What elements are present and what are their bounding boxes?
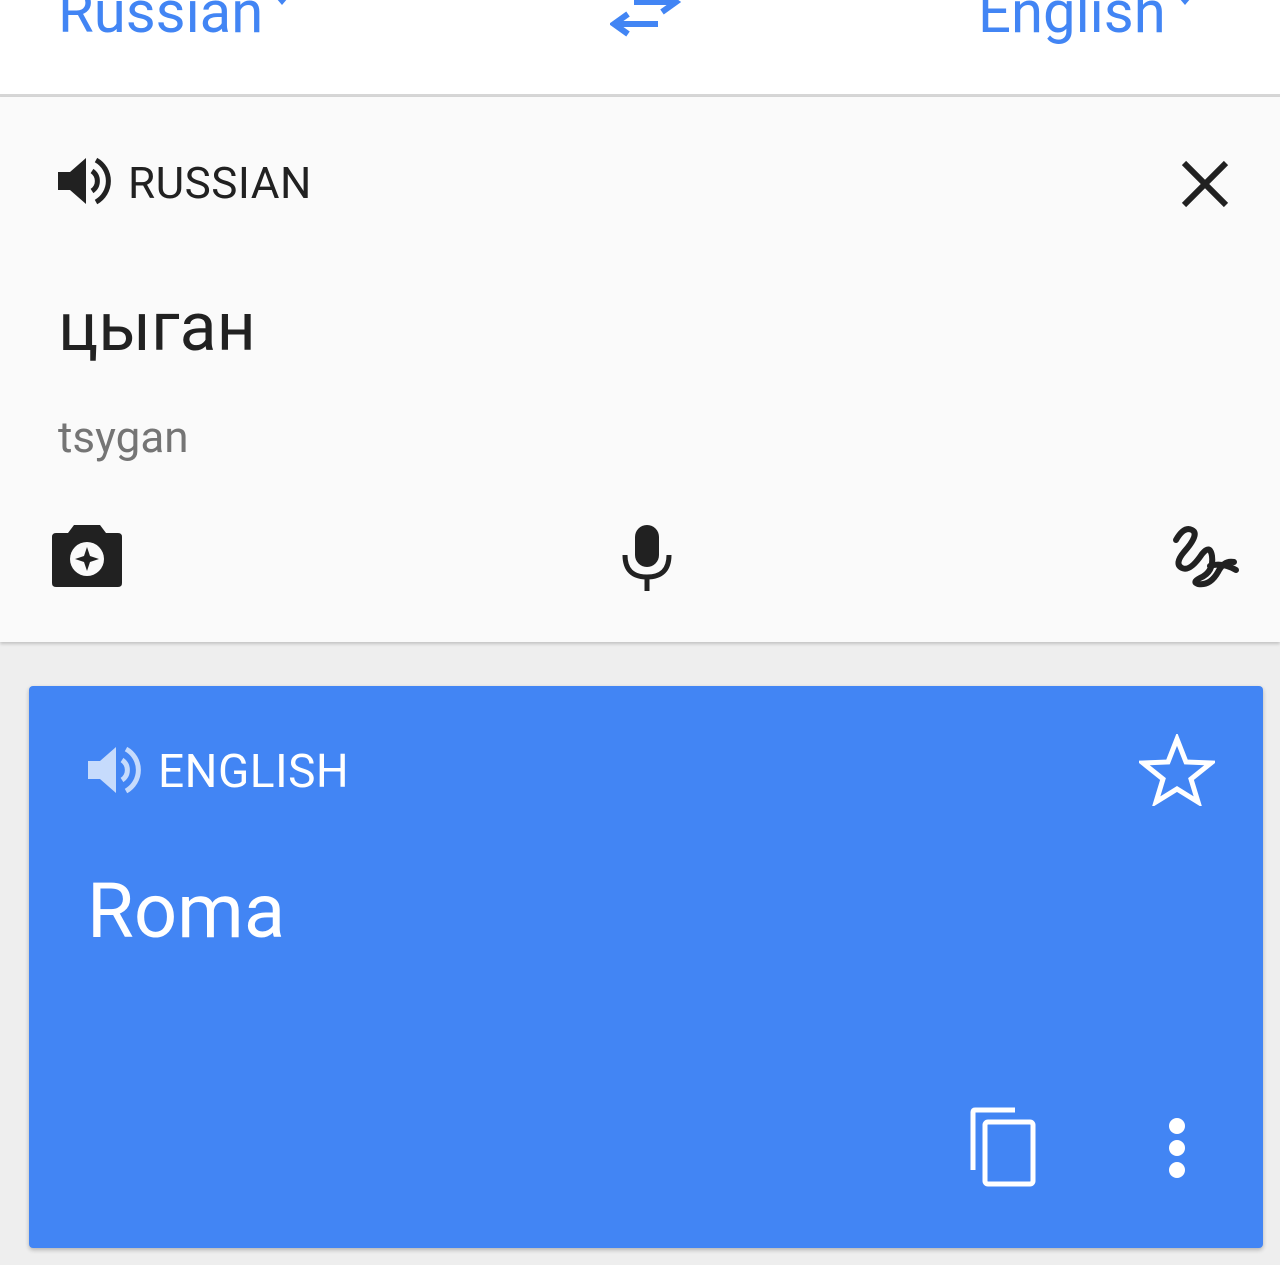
speaker-icon[interactable] — [56, 155, 114, 211]
translation-text: Roma — [87, 866, 286, 956]
camera-button[interactable] — [50, 521, 124, 593]
source-text[interactable]: цыган — [58, 287, 256, 367]
source-language-selector[interactable]: Russian — [58, 0, 300, 48]
input-card: RUSSIAN цыган tsygan — [0, 97, 1280, 642]
swap-arrows-icon — [608, 0, 682, 37]
voice-input-button[interactable] — [620, 523, 674, 597]
handwriting-button[interactable] — [1170, 522, 1242, 594]
save-favorite-button[interactable] — [1136, 732, 1218, 810]
target-language-header: ENGLISH — [86, 744, 349, 800]
swap-languages-button[interactable] — [608, 0, 682, 40]
source-language-header: RUSSIAN — [56, 155, 312, 211]
speaker-icon[interactable] — [86, 744, 144, 800]
transliteration-text: tsygan — [58, 411, 189, 463]
dropdown-caret-icon — [1167, 0, 1202, 5]
star-outline-icon — [1136, 732, 1218, 808]
source-language-label: RUSSIAN — [128, 157, 312, 209]
target-language-label: English — [978, 0, 1166, 47]
more-vert-icon — [1169, 1118, 1185, 1178]
copy-icon — [970, 1107, 1036, 1187]
target-language-label: ENGLISH — [158, 745, 350, 799]
more-options-button[interactable] — [1157, 1116, 1197, 1186]
source-language-label: Russian — [58, 0, 264, 47]
copy-button[interactable] — [965, 1106, 1039, 1194]
camera-icon — [52, 525, 122, 587]
close-icon — [1181, 160, 1229, 208]
dropdown-caret-icon — [265, 0, 300, 5]
mic-icon — [622, 525, 672, 591]
clear-input-button[interactable] — [1180, 159, 1230, 209]
language-bar: Russian English — [0, 0, 1280, 97]
target-language-selector[interactable]: English — [978, 0, 1202, 48]
handwriting-icon — [1173, 526, 1239, 588]
translation-result-card[interactable]: ENGLISH Roma — [29, 686, 1263, 1248]
